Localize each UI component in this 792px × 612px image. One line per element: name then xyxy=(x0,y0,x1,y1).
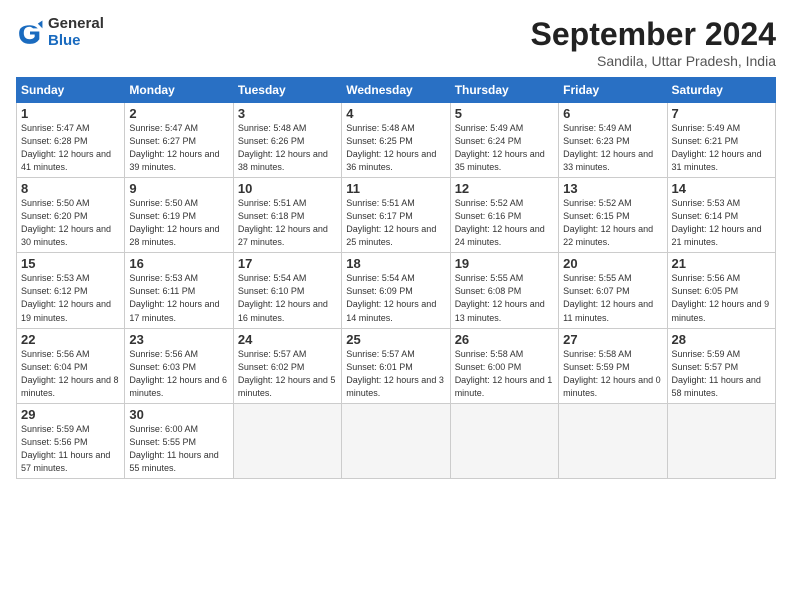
table-row: 4Sunrise: 5:48 AM Sunset: 6:25 PM Daylig… xyxy=(342,103,450,178)
table-row: 5Sunrise: 5:49 AM Sunset: 6:24 PM Daylig… xyxy=(450,103,558,178)
calendar-week-4: 29Sunrise: 5:59 AM Sunset: 5:56 PM Dayli… xyxy=(17,403,776,478)
calendar-header-row: SundayMondayTuesdayWednesdayThursdayFrid… xyxy=(17,78,776,103)
calendar-week-0: 1Sunrise: 5:47 AM Sunset: 6:28 PM Daylig… xyxy=(17,103,776,178)
table-row: 25Sunrise: 5:57 AM Sunset: 6:01 PM Dayli… xyxy=(342,328,450,403)
table-row: 8Sunrise: 5:50 AM Sunset: 6:20 PM Daylig… xyxy=(17,178,125,253)
table-row xyxy=(667,403,775,478)
table-row xyxy=(233,403,341,478)
calendar-week-2: 15Sunrise: 5:53 AM Sunset: 6:12 PM Dayli… xyxy=(17,253,776,328)
table-row: 23Sunrise: 5:56 AM Sunset: 6:03 PM Dayli… xyxy=(125,328,233,403)
table-row: 2Sunrise: 5:47 AM Sunset: 6:27 PM Daylig… xyxy=(125,103,233,178)
table-row: 22Sunrise: 5:56 AM Sunset: 6:04 PM Dayli… xyxy=(17,328,125,403)
table-row: 14Sunrise: 5:53 AM Sunset: 6:14 PM Dayli… xyxy=(667,178,775,253)
calendar-week-3: 22Sunrise: 5:56 AM Sunset: 6:04 PM Dayli… xyxy=(17,328,776,403)
table-row: 12Sunrise: 5:52 AM Sunset: 6:16 PM Dayli… xyxy=(450,178,558,253)
table-row: 7Sunrise: 5:49 AM Sunset: 6:21 PM Daylig… xyxy=(667,103,775,178)
table-row: 6Sunrise: 5:49 AM Sunset: 6:23 PM Daylig… xyxy=(559,103,667,178)
table-row: 3Sunrise: 5:48 AM Sunset: 6:26 PM Daylig… xyxy=(233,103,341,178)
table-row: 19Sunrise: 5:55 AM Sunset: 6:08 PM Dayli… xyxy=(450,253,558,328)
calendar-week-1: 8Sunrise: 5:50 AM Sunset: 6:20 PM Daylig… xyxy=(17,178,776,253)
table-row: 13Sunrise: 5:52 AM Sunset: 6:15 PM Dayli… xyxy=(559,178,667,253)
table-row: 15Sunrise: 5:53 AM Sunset: 6:12 PM Dayli… xyxy=(17,253,125,328)
table-row xyxy=(342,403,450,478)
table-row: 21Sunrise: 5:56 AM Sunset: 6:05 PM Dayli… xyxy=(667,253,775,328)
logo-general-text: General xyxy=(48,16,104,33)
col-header-tuesday: Tuesday xyxy=(233,78,341,103)
logo-icon xyxy=(16,19,44,47)
table-row xyxy=(559,403,667,478)
table-row xyxy=(450,403,558,478)
calendar-table: SundayMondayTuesdayWednesdayThursdayFrid… xyxy=(16,77,776,479)
table-row: 29Sunrise: 5:59 AM Sunset: 5:56 PM Dayli… xyxy=(17,403,125,478)
col-header-monday: Monday xyxy=(125,78,233,103)
table-row: 10Sunrise: 5:51 AM Sunset: 6:18 PM Dayli… xyxy=(233,178,341,253)
table-row: 17Sunrise: 5:54 AM Sunset: 6:10 PM Dayli… xyxy=(233,253,341,328)
table-row: 26Sunrise: 5:58 AM Sunset: 6:00 PM Dayli… xyxy=(450,328,558,403)
table-row: 16Sunrise: 5:53 AM Sunset: 6:11 PM Dayli… xyxy=(125,253,233,328)
table-row: 24Sunrise: 5:57 AM Sunset: 6:02 PM Dayli… xyxy=(233,328,341,403)
page-header: General Blue September 2024 Sandila, Utt… xyxy=(16,16,776,69)
table-row: 9Sunrise: 5:50 AM Sunset: 6:19 PM Daylig… xyxy=(125,178,233,253)
logo: General Blue xyxy=(16,16,104,49)
table-row: 30Sunrise: 6:00 AM Sunset: 5:55 PM Dayli… xyxy=(125,403,233,478)
logo-blue-text: Blue xyxy=(48,33,104,50)
location-title: Sandila, Uttar Pradesh, India xyxy=(531,53,776,69)
title-block: September 2024 Sandila, Uttar Pradesh, I… xyxy=(531,16,776,69)
col-header-saturday: Saturday xyxy=(667,78,775,103)
table-row: 27Sunrise: 5:58 AM Sunset: 5:59 PM Dayli… xyxy=(559,328,667,403)
col-header-sunday: Sunday xyxy=(17,78,125,103)
col-header-thursday: Thursday xyxy=(450,78,558,103)
col-header-friday: Friday xyxy=(559,78,667,103)
month-title: September 2024 xyxy=(531,16,776,53)
table-row: 11Sunrise: 5:51 AM Sunset: 6:17 PM Dayli… xyxy=(342,178,450,253)
table-row: 20Sunrise: 5:55 AM Sunset: 6:07 PM Dayli… xyxy=(559,253,667,328)
logo-text: General Blue xyxy=(48,16,104,49)
table-row: 28Sunrise: 5:59 AM Sunset: 5:57 PM Dayli… xyxy=(667,328,775,403)
col-header-wednesday: Wednesday xyxy=(342,78,450,103)
table-row: 1Sunrise: 5:47 AM Sunset: 6:28 PM Daylig… xyxy=(17,103,125,178)
table-row: 18Sunrise: 5:54 AM Sunset: 6:09 PM Dayli… xyxy=(342,253,450,328)
